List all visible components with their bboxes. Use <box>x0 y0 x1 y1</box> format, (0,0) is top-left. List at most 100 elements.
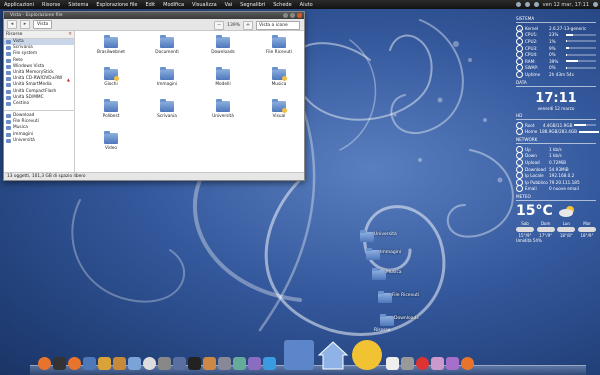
anchor-icon[interactable] <box>173 357 186 370</box>
skype-icon[interactable] <box>263 357 276 370</box>
stat-label: Home <box>525 129 538 135</box>
usage-bar <box>579 130 599 133</box>
menu-modifica[interactable]: Modifica <box>159 2 188 8</box>
file-item[interactable]: Musica <box>251 67 304 96</box>
menu-edit[interactable]: Edit <box>141 2 159 8</box>
zoom-out-button[interactable]: − <box>214 21 225 30</box>
volume-icon[interactable] <box>533 2 539 7</box>
menu-risorse[interactable]: Risorse <box>38 2 64 8</box>
forecast-temp: 18°/9° <box>580 233 594 239</box>
file-item[interactable]: Modelli <box>195 67 251 96</box>
network-icon[interactable] <box>515 2 521 7</box>
file-item[interactable]: Downloads <box>195 35 251 64</box>
power-icon[interactable] <box>416 357 429 370</box>
desktop-icon-immagini[interactable]: Immagini <box>362 248 401 266</box>
cloud-icon <box>557 227 576 233</box>
pidgin-icon[interactable] <box>248 357 261 370</box>
user-icon[interactable] <box>593 2 598 7</box>
archive-icon[interactable] <box>113 357 126 370</box>
stat-value: 0% <box>549 65 556 71</box>
dock: Risorse <box>30 328 586 375</box>
sidebar-header[interactable]: Risorse ✕ <box>4 31 74 39</box>
thunderbird-icon[interactable] <box>83 357 96 370</box>
stat-value: 39% <box>549 58 559 64</box>
path-button-vista[interactable]: Vista <box>33 20 53 29</box>
desktop-icon-musica[interactable]: Musica <box>368 268 402 286</box>
weather-icon[interactable] <box>352 340 382 370</box>
close-button[interactable] <box>297 13 302 18</box>
window-icon[interactable] <box>284 340 314 370</box>
music-icon[interactable] <box>446 357 459 370</box>
stat-label: Up <box>525 146 531 152</box>
minimize-button[interactable] <box>283 13 288 18</box>
file-label: Modelli <box>215 82 231 87</box>
usage-bar-fill <box>566 60 578 63</box>
file-item[interactable]: Giochi <box>83 67 139 96</box>
recycle-icon[interactable] <box>128 357 141 370</box>
firefox-icon[interactable] <box>461 357 474 370</box>
game-icon[interactable] <box>203 357 216 370</box>
folder-icon <box>160 35 174 48</box>
firefox-icon[interactable] <box>38 357 51 370</box>
menu-aiuto[interactable]: Aiuto <box>296 2 317 8</box>
chat-icon[interactable] <box>233 357 246 370</box>
stat-label: Root <box>525 122 535 128</box>
stat-value: 54.93MiB <box>549 166 569 172</box>
clock-icon[interactable] <box>143 357 156 370</box>
close-sidebar-icon[interactable]: ✕ <box>68 31 72 38</box>
humidity: Umidità 54% <box>516 238 542 244</box>
folder-icon <box>104 131 118 144</box>
screenshot-icon[interactable] <box>218 357 231 370</box>
file-label: Video <box>104 146 118 151</box>
menu-visualizza[interactable]: Visualizza <box>188 2 221 8</box>
forecast-day-name: Lun <box>562 221 570 227</box>
system-section-header: SISTEMA <box>516 16 596 23</box>
file-item[interactable]: Università <box>195 99 251 128</box>
stat-row: Down 1 kb/s <box>516 152 596 160</box>
terminal-icon[interactable] <box>53 357 66 370</box>
stat-row: Uptime 2h 43m 54s <box>516 70 596 78</box>
home-icon[interactable] <box>317 340 349 370</box>
maximize-button[interactable] <box>290 13 295 18</box>
menu-applicazioni[interactable]: Applicazioni <box>0 2 38 8</box>
menu-vai[interactable]: Vai <box>221 2 237 8</box>
menu-sistema[interactable]: Sistema <box>64 2 92 8</box>
stat-row: Kernel 2.6.27-13-generic <box>516 24 596 32</box>
stat-value: 1 kb/s <box>549 146 562 152</box>
sidebar-item[interactable]: Cestino <box>4 101 74 107</box>
file-item[interactable]: Scrivania <box>139 99 195 128</box>
back-button[interactable]: ◂ <box>7 20 17 29</box>
usage-bar <box>566 47 596 50</box>
dock-label-risorse: Risorse <box>374 328 391 333</box>
mail-icon[interactable] <box>524 2 530 7</box>
calendar-icon[interactable] <box>386 357 399 370</box>
file-item[interactable]: Immagini <box>139 67 195 96</box>
bookmark-label: Immagini <box>13 131 34 137</box>
bookmark-item[interactable]: Università <box>4 138 74 144</box>
file-item[interactable]: File Ricevuti <box>251 35 304 64</box>
burn-icon[interactable] <box>431 357 444 370</box>
desktop-icon-universita[interactable]: Università <box>356 230 397 248</box>
firefox-icon[interactable] <box>68 357 81 370</box>
panel-clock[interactable]: ven 12 mar, 17:11 <box>543 2 589 8</box>
cloud-icon <box>516 227 534 233</box>
file-item[interactable]: Visual <box>251 99 304 128</box>
menu-esplorazione-file[interactable]: Esplorazione file <box>92 2 141 8</box>
drive-icon <box>6 83 11 88</box>
file-item[interactable]: Video <box>83 131 139 160</box>
file-item[interactable]: Documenti <box>139 35 195 64</box>
view-mode-select[interactable]: Vista a icone <box>256 21 300 30</box>
zoom-in-button[interactable]: + <box>243 21 253 30</box>
file-item[interactable]: Polibest <box>83 99 139 128</box>
tux-icon[interactable] <box>188 357 201 370</box>
package-icon[interactable] <box>98 357 111 370</box>
desktop-icon-file-ricevuti[interactable]: File Ricevuti <box>374 291 419 309</box>
menu-schede[interactable]: Schede <box>269 2 295 8</box>
menu-segnalibri[interactable]: Segnalibri <box>236 2 269 8</box>
trash-icon[interactable] <box>401 357 414 370</box>
settings-icon[interactable] <box>158 357 171 370</box>
window-titlebar[interactable]: Vista - Esplorazione file <box>4 12 304 19</box>
drive-icon <box>6 77 11 82</box>
forward-button[interactable]: ▸ <box>20 20 30 29</box>
file-item[interactable]: Brasilwebnet <box>83 35 139 64</box>
